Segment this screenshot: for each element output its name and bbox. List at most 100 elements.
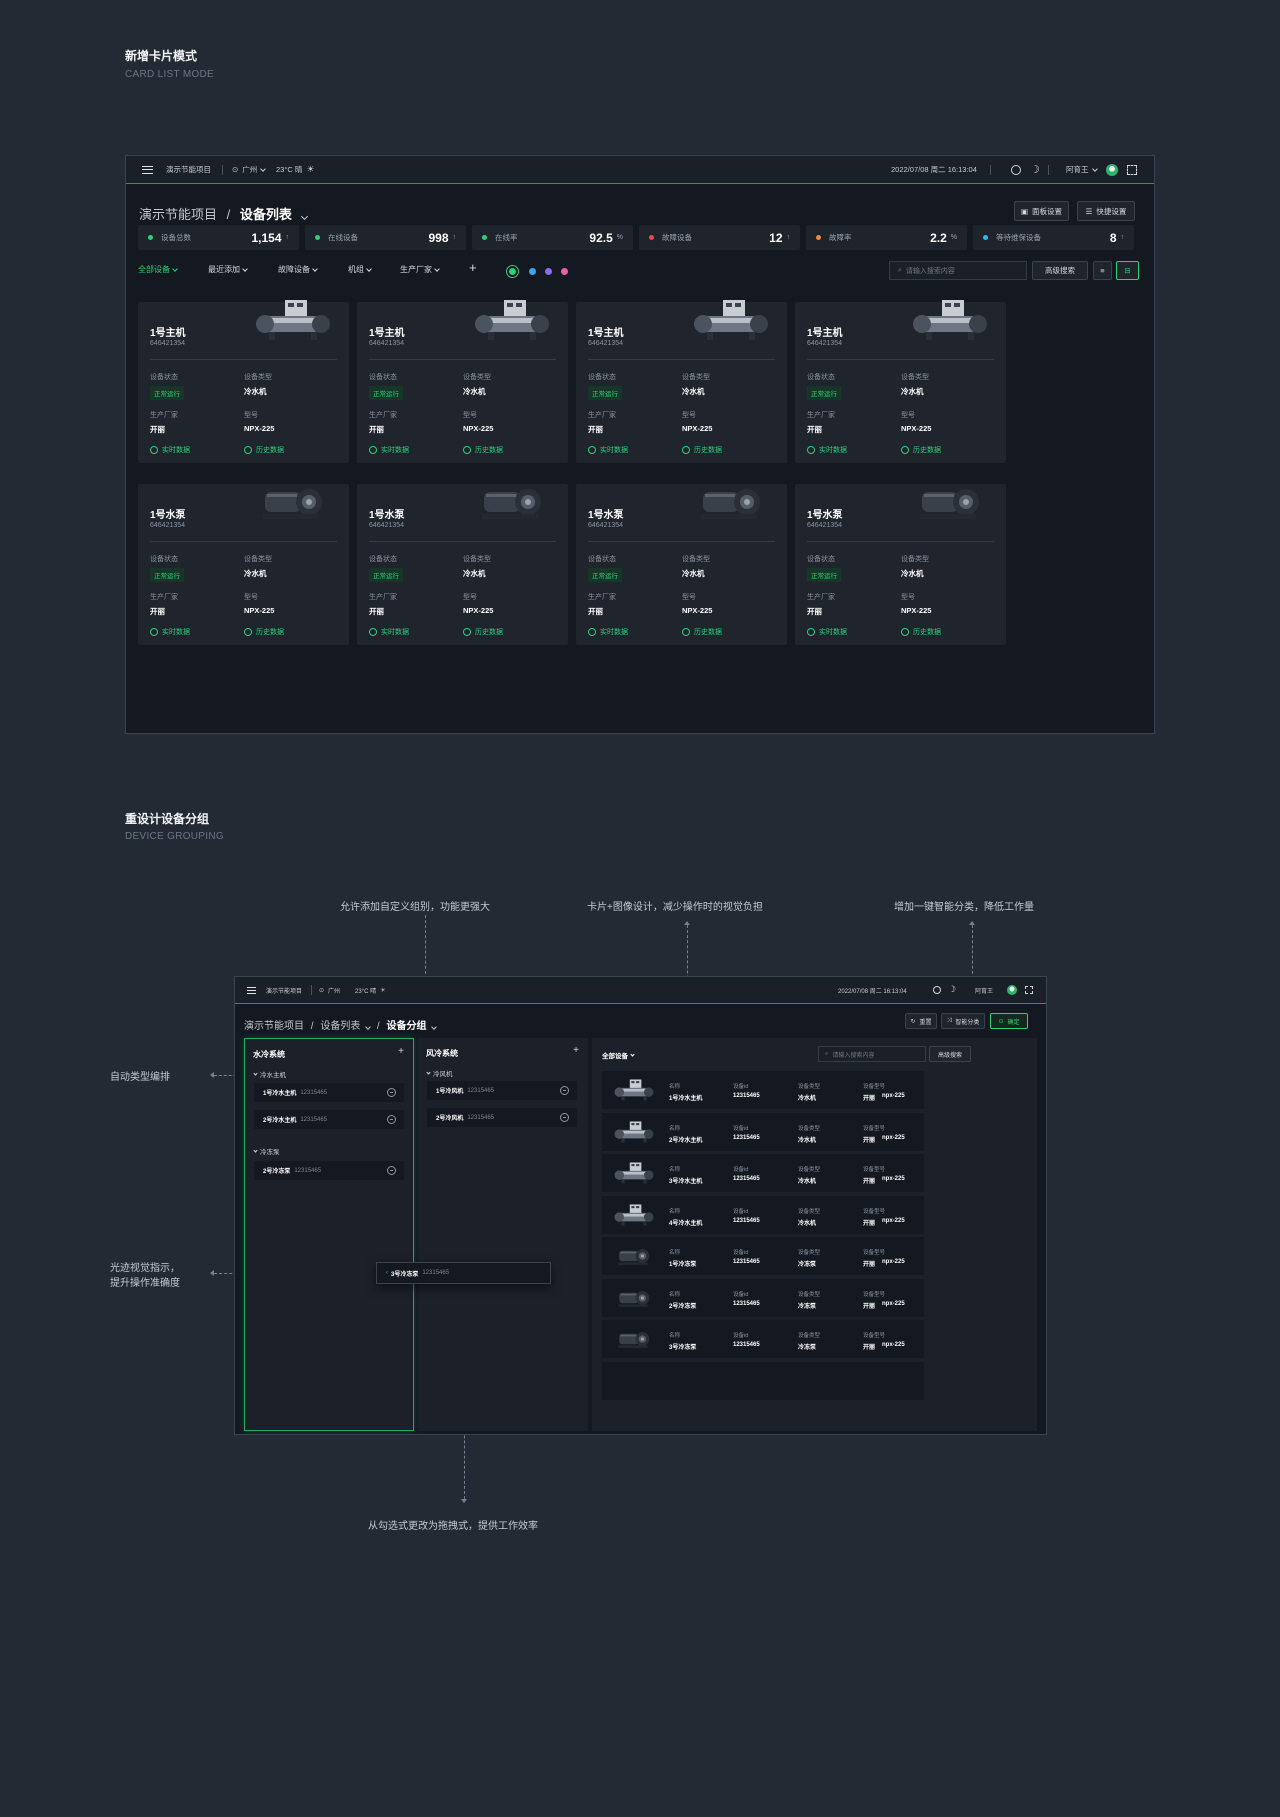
night-mode-icon[interactable]: ☽ bbox=[1030, 163, 1040, 176]
group-item[interactable]: 2号冷风机 12315465 bbox=[427, 1108, 577, 1127]
remove-icon[interactable] bbox=[387, 1115, 396, 1124]
device-row[interactable] bbox=[602, 1361, 924, 1400]
device-row[interactable]: 名称 2号冷水主机 设备id 12315465 设备类型 冷水机 设备型号 开丽… bbox=[602, 1112, 924, 1151]
device-row[interactable]: 名称 4号冷水主机 设备id 12315465 设备类型 冷水机 设备型号 开丽… bbox=[602, 1195, 924, 1234]
device-card[interactable]: 1号主机 646421354 设备状态 设备类型 正常运行 冷水机 生产厂家 型… bbox=[357, 300, 568, 463]
device-card[interactable]: 1号主机 646421354 设备状态 设备类型 正常运行 冷水机 生产厂家 型… bbox=[138, 300, 349, 463]
user-menu[interactable]: 阿育王 bbox=[975, 986, 993, 995]
device-card[interactable]: 1号主机 646421354 设备状态 设备类型 正常运行 冷水机 生产厂家 型… bbox=[576, 300, 787, 463]
color-filter-green[interactable] bbox=[509, 268, 516, 275]
group-item[interactable]: 1号冷风机 12315465 bbox=[427, 1081, 577, 1100]
add-group-icon[interactable]: + bbox=[573, 1045, 579, 1056]
smart-classify-button[interactable]: ⤨ 智能分类 bbox=[941, 1013, 985, 1029]
stat-label: 在线率 bbox=[495, 233, 518, 242]
device-maker: 开丽 bbox=[150, 607, 165, 616]
fullscreen-icon[interactable] bbox=[1127, 165, 1137, 175]
breadcrumb-project[interactable]: 演示节能项目 bbox=[139, 207, 217, 222]
realtime-data-link[interactable]: 实时数据 bbox=[807, 445, 847, 455]
remove-icon[interactable] bbox=[560, 1086, 569, 1095]
advanced-search-button[interactable]: 高级搜索 bbox=[1032, 261, 1088, 280]
realtime-data-link[interactable]: 实时数据 bbox=[369, 445, 409, 455]
remove-icon[interactable] bbox=[387, 1088, 396, 1097]
dragging-item[interactable]: ‹ 3号冷冻泵 12315465 bbox=[376, 1262, 551, 1284]
clock-icon bbox=[901, 628, 909, 636]
filter-recent[interactable]: 最近添加 bbox=[208, 264, 248, 275]
label-model: 设备型号 bbox=[863, 1167, 886, 1173]
water-system-group[interactable]: 水冷系统 + 冷水主机 1号冷水主机 12315465 2号冷水主机 1231546… bbox=[244, 1038, 414, 1431]
fullscreen-icon[interactable] bbox=[1025, 986, 1033, 994]
night-mode-icon[interactable]: ☽ bbox=[948, 984, 956, 995]
project-name[interactable]: 演示节能项目 bbox=[166, 164, 211, 175]
label-type: 设备类型 bbox=[463, 556, 491, 563]
filter-all[interactable]: 全部设备 bbox=[138, 264, 178, 275]
add-filter-button[interactable]: + bbox=[469, 260, 477, 275]
subgroup-cooler[interactable]: 冷风机 bbox=[426, 1068, 453, 1078]
reset-button[interactable]: ↻ 重置 bbox=[905, 1013, 937, 1029]
history-data-link[interactable]: 历史数据 bbox=[463, 627, 503, 637]
device-card[interactable]: 1号水泵 646421354 设备状态 设备类型 正常运行 冷水机 生产厂家 型… bbox=[795, 484, 1006, 645]
card-view-icon[interactable]: ⊟ bbox=[1116, 261, 1139, 280]
history-data-link[interactable]: 历史数据 bbox=[463, 445, 503, 455]
device-maker: 开丽 bbox=[150, 425, 165, 434]
filter-unit[interactable]: 机组 bbox=[348, 264, 372, 275]
device-card[interactable]: 1号水泵 646421354 设备状态 设备类型 正常运行 冷水机 生产厂家 型… bbox=[357, 484, 568, 645]
device-row[interactable]: 名称 1号冷冻泵 设备id 12315465 设备类型 冷冻泵 设备型号 开丽 … bbox=[602, 1237, 924, 1275]
device-row[interactable]: 名称 3号冷冻泵 设备id 12315465 设备类型 冷冻泵 设备型号 开丽 … bbox=[602, 1320, 924, 1358]
device-row[interactable]: 名称 3号冷水主机 设备id 12315465 设备类型 冷水机 设备型号 开丽… bbox=[602, 1154, 924, 1192]
history-data-link[interactable]: 历史数据 bbox=[901, 445, 941, 455]
panel-settings-button[interactable]: ▣ 面板设置 bbox=[1014, 201, 1069, 221]
avatar[interactable] bbox=[1106, 164, 1118, 176]
device-maker: 开丽 bbox=[807, 607, 822, 616]
avatar[interactable] bbox=[1007, 985, 1017, 995]
realtime-data-link[interactable]: 实时数据 bbox=[369, 627, 409, 637]
add-group-icon[interactable]: + bbox=[398, 1046, 404, 1057]
group-item[interactable]: 1号冷水主机 12315465 bbox=[254, 1083, 404, 1102]
realtime-data-link[interactable]: 实时数据 bbox=[150, 627, 190, 637]
device-row[interactable]: 名称 1号冷水主机 设备id 12315465 设备类型 冷水机 设备型号 开丽… bbox=[602, 1071, 924, 1109]
user-menu[interactable]: 阿育王 bbox=[1066, 164, 1098, 175]
all-devices-filter[interactable]: 全部设备 bbox=[602, 1050, 635, 1060]
history-data-link[interactable]: 历史数据 bbox=[682, 627, 722, 637]
color-filter-purple[interactable] bbox=[545, 268, 552, 275]
subgroup-pump[interactable]: 冷冻泵 bbox=[253, 1146, 280, 1156]
settings-icon[interactable] bbox=[933, 986, 941, 994]
quick-settings-button[interactable]: ☰ 快捷设置 bbox=[1077, 201, 1135, 221]
advanced-search-button[interactable]: 高级搜索 bbox=[929, 1046, 971, 1062]
color-filter-pink[interactable] bbox=[561, 268, 568, 275]
city-select[interactable]: ⊙ 广州 bbox=[319, 986, 340, 995]
search-input[interactable]: ⌕ 请输入搜索内容 bbox=[889, 261, 1027, 280]
menu-icon[interactable] bbox=[247, 986, 256, 994]
color-filter-blue[interactable] bbox=[529, 268, 536, 275]
realtime-data-link[interactable]: 实时数据 bbox=[588, 445, 628, 455]
remove-icon[interactable] bbox=[560, 1113, 569, 1122]
history-data-link[interactable]: 历史数据 bbox=[244, 627, 284, 637]
group-item[interactable]: 2号冷冻泵 12315465 bbox=[254, 1161, 404, 1180]
history-data-link[interactable]: 历史数据 bbox=[682, 445, 722, 455]
realtime-data-link[interactable]: 实时数据 bbox=[588, 627, 628, 637]
device-card[interactable]: 1号水泵 646421354 设备状态 设备类型 正常运行 冷水机 生产厂家 型… bbox=[138, 484, 349, 645]
city-select[interactable]: ⊙ 广州 bbox=[232, 164, 267, 175]
filter-fault[interactable]: 故障设备 bbox=[278, 264, 318, 275]
breadcrumb-list[interactable]: 设备列表 bbox=[320, 1021, 360, 1032]
stat-value: 12 bbox=[769, 230, 783, 245]
history-data-link[interactable]: 历史数据 bbox=[244, 445, 284, 455]
settings-icon[interactable] bbox=[1011, 165, 1021, 175]
list-view-icon[interactable]: ≡ bbox=[1093, 261, 1112, 280]
filter-maker[interactable]: 生产厂家 bbox=[400, 264, 440, 275]
realtime-data-link[interactable]: 实时数据 bbox=[807, 627, 847, 637]
subgroup-chiller[interactable]: 冷水主机 bbox=[253, 1069, 286, 1079]
history-data-link[interactable]: 历史数据 bbox=[901, 627, 941, 637]
project-name[interactable]: 演示节能项目 bbox=[266, 986, 302, 995]
breadcrumb-project[interactable]: 演示节能项目 bbox=[244, 1021, 304, 1032]
realtime-data-link[interactable]: 实时数据 bbox=[150, 445, 190, 455]
menu-icon[interactable] bbox=[142, 165, 153, 174]
device-name: 1号主机 bbox=[807, 328, 843, 339]
air-system-group[interactable]: 风冷系统 + 冷风机 1号冷风机 12315465 2号冷风机 12315465 bbox=[418, 1038, 588, 1431]
device-card[interactable]: 1号水泵 646421354 设备状态 设备类型 正常运行 冷水机 生产厂家 型… bbox=[576, 484, 787, 645]
device-row[interactable]: 名称 2号冷冻泵 设备id 12315465 设备类型 冷冻泵 设备型号 开丽 … bbox=[602, 1278, 924, 1317]
device-card[interactable]: 1号主机 646421354 设备状态 设备类型 正常运行 冷水机 生产厂家 型… bbox=[795, 300, 1006, 463]
confirm-button[interactable]: ⊙ 确定 bbox=[990, 1013, 1028, 1029]
remove-icon[interactable] bbox=[387, 1166, 396, 1175]
search-input[interactable]: ⌕ 请输入搜索内容 bbox=[818, 1046, 926, 1062]
group-item[interactable]: 2号冷水主机 12315465 bbox=[254, 1110, 404, 1129]
